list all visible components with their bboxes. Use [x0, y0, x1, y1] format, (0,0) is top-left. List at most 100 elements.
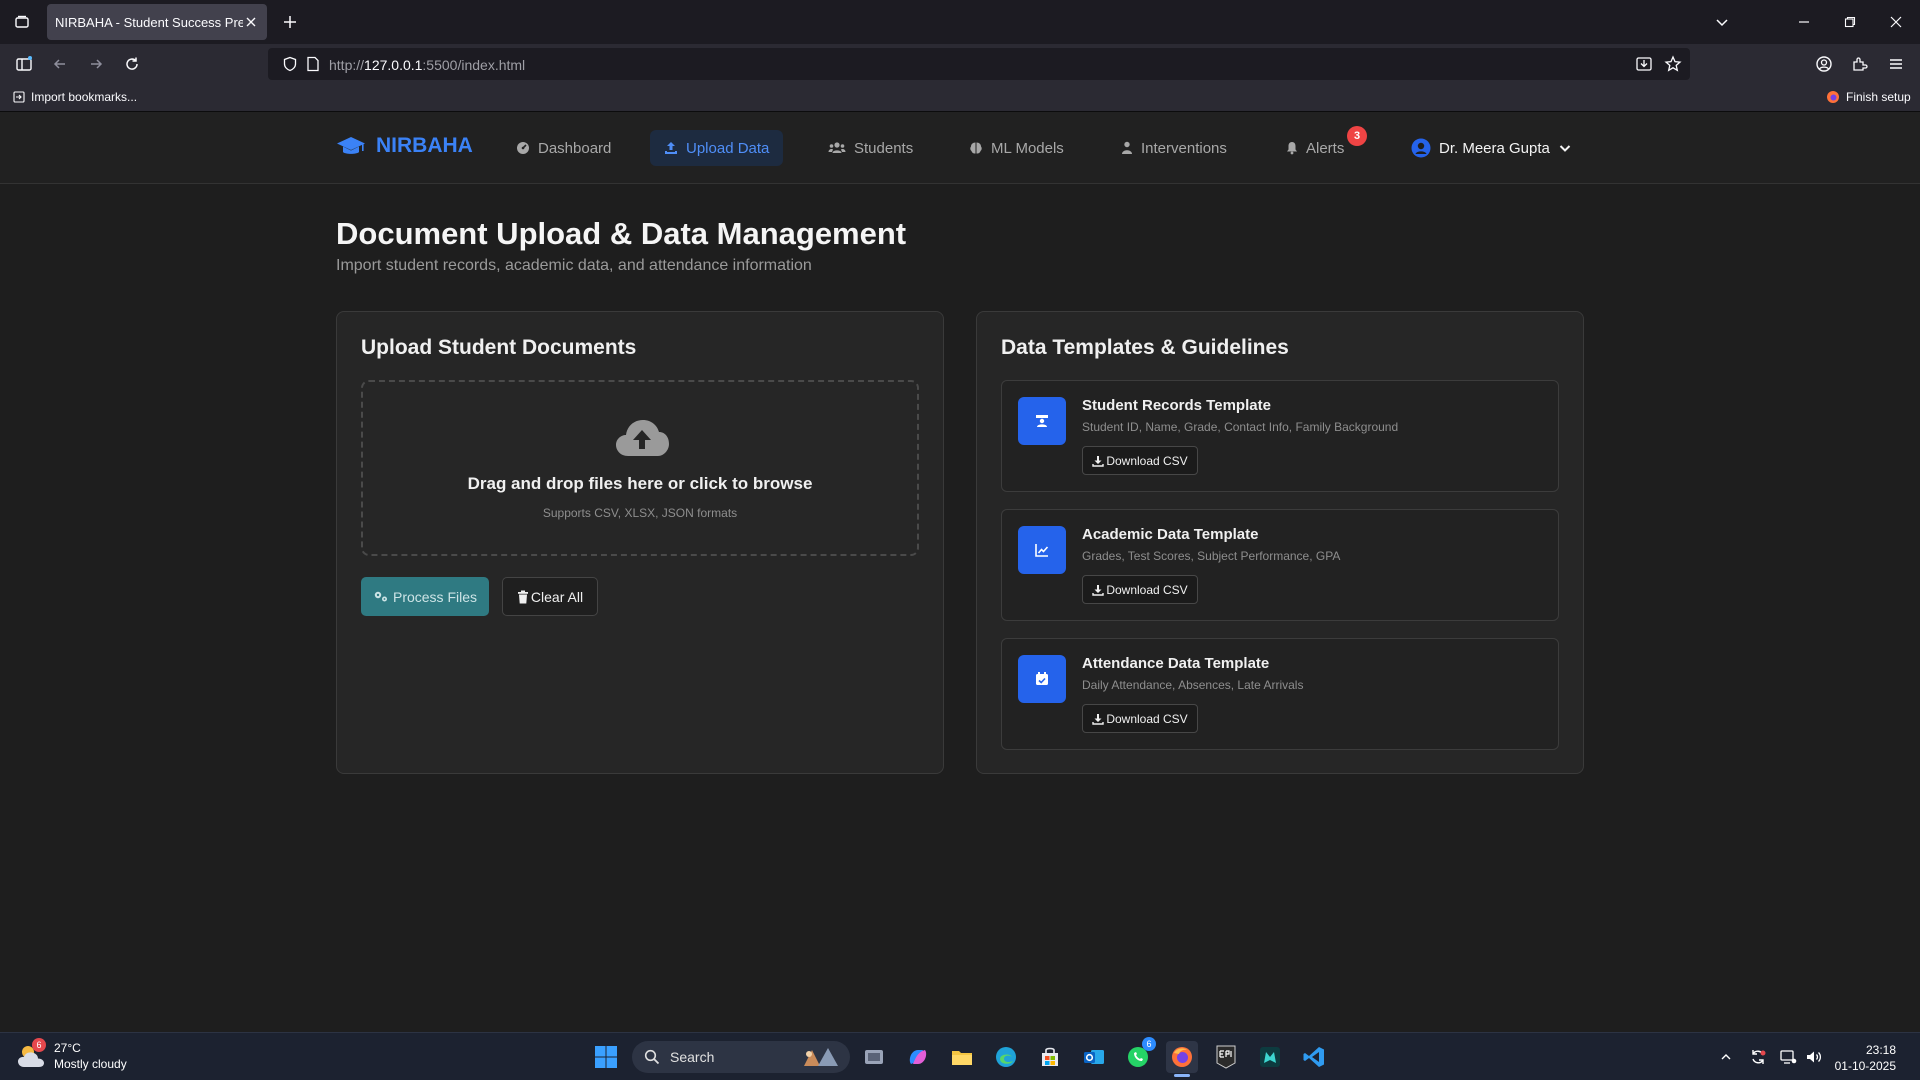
clock-date: 01-10-2025 — [1834, 1059, 1896, 1073]
whatsapp-icon[interactable]: 6 — [1122, 1037, 1156, 1073]
restore-icon[interactable] — [1836, 8, 1864, 36]
users-icon — [828, 142, 846, 153]
file-explorer-icon[interactable] — [946, 1041, 978, 1073]
process-files-button[interactable]: Process Files — [361, 577, 489, 616]
templates-card: Data Templates & Guidelines Student Reco… — [976, 311, 1584, 774]
taskbar-search[interactable]: Search — [632, 1041, 850, 1073]
user-avatar-icon — [1411, 138, 1431, 158]
sidebar-toggle-icon[interactable] — [10, 50, 38, 78]
game-app-icon[interactable] — [1254, 1041, 1286, 1073]
template-academic-data: Academic Data Template Grades, Test Scor… — [1001, 509, 1559, 621]
finish-setup-button[interactable]: Finish setup — [1826, 90, 1911, 104]
task-view-icon[interactable] — [858, 1041, 890, 1073]
active-app-indicator — [1174, 1074, 1190, 1077]
browser-tab[interactable]: NIRBAHA - Student Success Predicti — [47, 4, 267, 40]
search-icon — [644, 1049, 660, 1065]
clock-time: 23:18 — [1865, 1043, 1896, 1057]
template-title: Student Records Template — [1082, 397, 1271, 414]
finish-setup-label: Finish setup — [1846, 90, 1911, 104]
system-clock[interactable]: 23:18 01-10-2025 — [1832, 1042, 1896, 1074]
weather-temp: 27°C — [54, 1041, 81, 1055]
reload-icon[interactable] — [118, 50, 146, 78]
download-csv-label: Download CSV — [1106, 582, 1188, 597]
epic-games-icon[interactable] — [1210, 1041, 1242, 1073]
tab-list-icon[interactable] — [8, 8, 36, 36]
save-to-pocket-icon[interactable] — [1635, 55, 1653, 73]
url-path: :5500/index.html — [422, 57, 526, 73]
nav-alerts[interactable]: Alerts — [1272, 130, 1358, 166]
page-subtitle: Import student records, academic data, a… — [336, 257, 812, 274]
volume-icon[interactable] — [1804, 1047, 1824, 1067]
outlook-icon[interactable] — [1078, 1041, 1110, 1073]
tab-close-icon[interactable] — [243, 14, 259, 30]
extensions-icon[interactable] — [1846, 50, 1874, 78]
person-icon — [1122, 141, 1132, 154]
tab-overflow-chevron-icon[interactable] — [1708, 8, 1736, 36]
minimize-icon[interactable] — [1790, 8, 1818, 36]
vscode-icon[interactable] — [1298, 1041, 1330, 1073]
url-bar[interactable]: http://127.0.0.1:5500/index.html — [268, 48, 1690, 80]
template-attendance-data: Attendance Data Template Daily Attendanc… — [1001, 638, 1559, 750]
process-files-label: Process Files — [392, 588, 478, 605]
url-text[interactable]: http://127.0.0.1:5500/index.html — [329, 57, 525, 73]
clear-all-label: Clear All — [530, 588, 584, 605]
weather-cloudy-icon: 6 — [16, 1038, 46, 1071]
whatsapp-badge: 6 — [1142, 1037, 1156, 1051]
account-icon[interactable] — [1810, 50, 1838, 78]
firefox-taskbar-icon[interactable] — [1166, 1041, 1198, 1077]
chart-line-icon — [1018, 526, 1066, 574]
trash-icon — [517, 590, 528, 603]
file-dropzone[interactable]: Drag and drop files here or click to bro… — [361, 380, 919, 556]
shield-icon[interactable] — [282, 56, 298, 72]
download-csv-label: Download CSV — [1106, 453, 1188, 468]
page-info-icon[interactable] — [306, 56, 320, 72]
forward-arrow-icon[interactable] — [82, 50, 110, 78]
weather-widget[interactable]: 6 27°C Mostly cloudy — [16, 1038, 127, 1072]
bookmark-star-icon[interactable] — [1664, 55, 1682, 73]
close-window-icon[interactable] — [1882, 8, 1910, 36]
download-csv-button[interactable]: Download CSV — [1082, 446, 1198, 475]
back-arrow-icon[interactable] — [46, 50, 74, 78]
dashboard-icon — [517, 142, 529, 154]
upload-card-title: Upload Student Documents — [361, 336, 637, 359]
menu-hamburger-icon[interactable] — [1882, 50, 1910, 78]
sync-icon[interactable] — [1748, 1047, 1768, 1067]
app-viewport: NIRBAHA Dashboard Upload Data Students M… — [0, 112, 1920, 1032]
import-bookmarks-button[interactable]: Import bookmarks... — [13, 90, 137, 104]
windows-start-icon[interactable] — [590, 1041, 622, 1073]
calendar-check-icon — [1018, 655, 1066, 703]
brand-logo[interactable]: NIRBAHA — [336, 134, 473, 158]
alerts-count-badge: 3 — [1347, 126, 1367, 146]
template-description: Student ID, Name, Grade, Contact Info, F… — [1082, 420, 1399, 434]
browser-tab-bar: NIRBAHA - Student Success Predicti — [0, 0, 1920, 44]
clear-all-button[interactable]: Clear All — [502, 577, 598, 616]
nav-interventions[interactable]: Interventions — [1107, 130, 1241, 166]
import-icon — [13, 91, 25, 103]
weather-desc: Mostly cloudy — [54, 1057, 127, 1071]
template-student-records: Student Records Template Student ID, Nam… — [1001, 380, 1559, 492]
new-tab-icon[interactable] — [276, 8, 304, 36]
tray-overflow-chevron-icon[interactable] — [1716, 1047, 1736, 1067]
url-host: 127.0.0.1 — [364, 57, 423, 73]
nav-ml-models[interactable]: ML Models — [955, 130, 1078, 166]
dropzone-title: Drag and drop files here or click to bro… — [467, 474, 813, 493]
firefox-icon — [1827, 91, 1839, 103]
download-csv-button[interactable]: Download CSV — [1082, 575, 1198, 604]
nav-dashboard[interactable]: Dashboard — [502, 130, 625, 166]
download-csv-button[interactable]: Download CSV — [1082, 704, 1198, 733]
nav-alerts-label: Alerts — [1306, 139, 1345, 157]
copilot-icon[interactable] — [902, 1041, 934, 1073]
nav-interventions-label: Interventions — [1141, 139, 1227, 157]
user-menu[interactable]: Dr. Meera Gupta — [1411, 130, 1572, 166]
edge-icon[interactable] — [990, 1041, 1022, 1073]
template-title: Academic Data Template — [1082, 526, 1259, 543]
network-icon[interactable] — [1778, 1047, 1798, 1067]
nav-students[interactable]: Students — [814, 130, 927, 166]
page-title: Document Upload & Data Management — [336, 216, 907, 251]
download-csv-label: Download CSV — [1106, 711, 1188, 726]
nav-ml-models-label: ML Models — [991, 139, 1064, 157]
nav-upload-label: Upload Data — [686, 139, 770, 157]
microsoft-store-icon[interactable] — [1034, 1041, 1066, 1073]
graduation-cap-icon — [337, 137, 365, 154]
nav-upload-data[interactable]: Upload Data — [650, 130, 784, 166]
